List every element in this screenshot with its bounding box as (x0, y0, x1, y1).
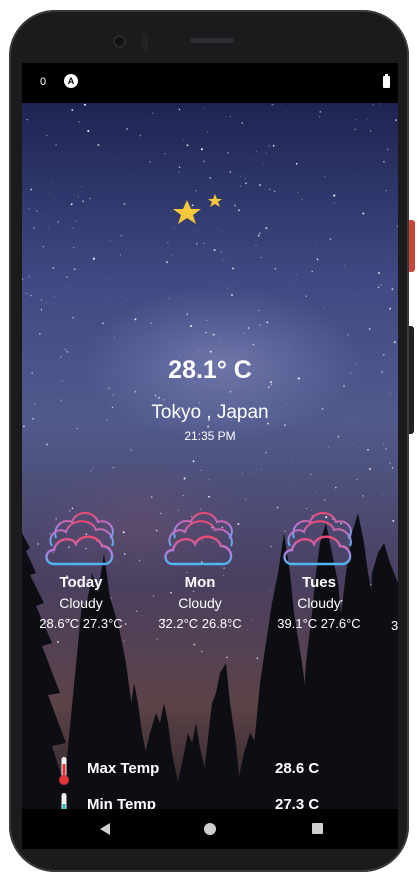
detail-value: 27.3 C (275, 796, 320, 809)
thermometer-cold-icon (61, 793, 67, 809)
detail-label: Min Temp (87, 796, 156, 809)
earpiece-speaker (190, 38, 234, 43)
forecast-card-today[interactable]: Today Cloudy 28.6°C 27.3°C (26, 506, 136, 631)
detail-label: Max Temp (87, 760, 160, 777)
forecast-day: Mon (184, 574, 216, 591)
notification-count: 0 (40, 76, 47, 88)
forecast-temp-range: 28.6°C 27.3°C (39, 616, 123, 631)
current-time: 21:35 PM (184, 429, 236, 443)
location-label: Tokyo , Japan (151, 402, 269, 423)
status-bar: 0 A (22, 63, 398, 103)
forecast-next-partial: 3 (391, 618, 398, 633)
cloud-icon (164, 512, 233, 566)
navigation-bar (22, 809, 398, 849)
forecast-temp-range: 39.1°C 27.6°C (277, 616, 361, 631)
cloud-icon (283, 512, 352, 566)
back-icon[interactable] (100, 823, 110, 835)
moon-stars-icon (170, 184, 252, 259)
detail-value: 28.6 C (275, 760, 320, 777)
screen: 0 A 28.1° C Tokyo , Japan 21:35 PM Today… (22, 63, 398, 809)
front-camera (113, 35, 126, 48)
forecast-card-mon[interactable]: Mon Cloudy 32.2°C 26.8°C (145, 506, 255, 631)
forecast-condition: Cloudy (297, 595, 341, 611)
power-button (409, 220, 415, 272)
thermometer-hot-icon (59, 757, 69, 785)
recents-icon[interactable] (312, 823, 323, 834)
forecast-day: Today (59, 574, 103, 591)
forecast-temp-range: 32.2°C 26.8°C (158, 616, 242, 631)
current-temperature: 28.1° C (168, 356, 252, 384)
home-icon[interactable] (204, 823, 216, 835)
forecast-card-tues[interactable]: Tues Cloudy 39.1°C 27.6°C (264, 506, 374, 631)
proximity-sensor (142, 33, 148, 51)
app-notification-icon: A (64, 74, 78, 88)
volume-button (409, 326, 414, 434)
forecast-day: Tues (302, 574, 336, 591)
cloud-icon (45, 512, 114, 566)
battery-icon (383, 74, 390, 88)
forecast-condition: Cloudy (178, 595, 222, 611)
forecast-condition: Cloudy (59, 595, 103, 611)
